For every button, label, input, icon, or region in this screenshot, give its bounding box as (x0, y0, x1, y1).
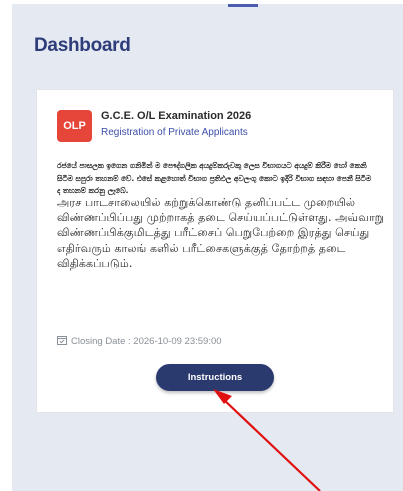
exam-name: G.C.E. O/L Examination 2026 (101, 110, 252, 122)
top-tab-indicator (228, 4, 258, 7)
notice-tamil: அரச பாடசாலையில் கற்றுக்கொண்டு தனிப்பட்ட … (57, 196, 385, 270)
instructions-button[interactable]: Instructions (156, 364, 274, 391)
closing-date: Closing Date : 2026-10-09 23:59:00 (57, 335, 222, 348)
page-title: Dashboard (34, 35, 131, 56)
exam-card: OLP G.C.E. O/L Examination 2026 Registra… (36, 89, 394, 413)
exam-badge: OLP (57, 110, 92, 142)
closing-date-text: Closing Date : 2026-10-09 23:59:00 (71, 336, 222, 347)
notice-sinhala: රජයේ පාසලක ඉගෙන ගනිමින් ම පෞද්ගලික අයදුම… (57, 161, 372, 196)
calendar-check-icon (57, 335, 71, 348)
exam-subtitle: Registration of Private Applicants (101, 127, 248, 138)
